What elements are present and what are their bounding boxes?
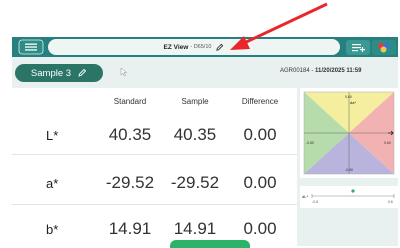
header-sample: Sample <box>181 97 209 106</box>
row-label-l: L* <box>46 128 59 143</box>
pencil-icon <box>78 68 87 77</box>
b-difference: 0.00 <box>243 219 277 238</box>
row-label-a: a* <box>46 176 59 191</box>
sample-label: Sample 3 <box>30 67 72 79</box>
ab-left-label: -0.60 <box>306 141 314 145</box>
dl-min: -0.6 <box>312 200 318 204</box>
ab-right-label: 0.60 <box>384 141 391 145</box>
sample-chip[interactable]: Sample 3 <box>15 64 103 82</box>
cursor-icon <box>120 64 128 77</box>
dl-slider: dL* -0.6 0.6 <box>302 189 395 204</box>
color-palette-icon <box>378 43 389 53</box>
row-divider <box>12 204 297 205</box>
row-label-b: b* <box>46 222 59 237</box>
app-subtitle: - D65/10 <box>190 44 212 50</box>
app-title: EZ View <box>163 43 189 51</box>
ab-plot-card: 0.60 -0.60 -0.60 0.60 da* <box>300 88 398 178</box>
annotation-arrow <box>230 2 328 50</box>
list-add-icon <box>352 44 365 52</box>
dl-slider-card: dL* -0.6 0.6 <box>300 186 398 208</box>
ab-top-label: 0.60 <box>345 95 352 99</box>
dl-max: 0.6 <box>388 200 393 204</box>
header-standard: Standard <box>113 97 147 106</box>
ab-axis-label: da* <box>350 100 356 105</box>
sample-info: AGR00184 - 11/20/2025 11:59 <box>280 68 361 74</box>
bottom-action-button[interactable] <box>170 240 250 248</box>
dl-label: dL* <box>302 194 308 199</box>
header-difference: Difference <box>241 97 279 106</box>
menu-button[interactable] <box>18 39 44 55</box>
ab-bottom-label: -0.60 <box>345 168 353 172</box>
tools-button[interactable] <box>346 40 370 55</box>
menu-icon <box>18 39 44 55</box>
sample-id: AGR00184 - <box>280 68 314 74</box>
l-difference: 0.00 <box>243 125 277 144</box>
dl-marker <box>351 189 355 193</box>
a-difference: 0.00 <box>243 173 277 192</box>
color-button[interactable] <box>372 40 396 55</box>
row-divider <box>12 154 297 155</box>
sample-datetime: 11/20/2025 11:59 <box>315 68 362 74</box>
ab-plot: 0.60 -0.60 -0.60 0.60 da* <box>303 91 395 175</box>
